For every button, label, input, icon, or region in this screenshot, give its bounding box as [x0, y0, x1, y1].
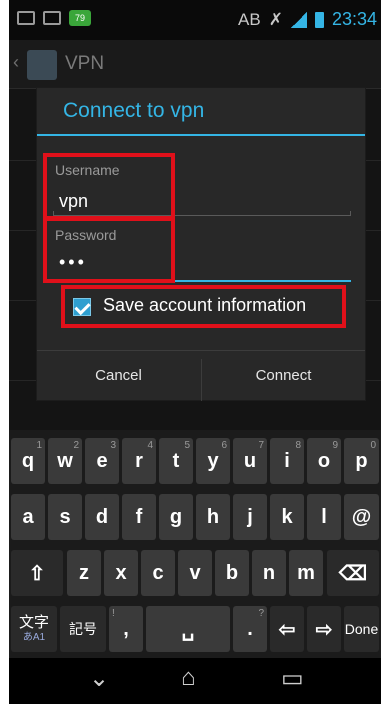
comma-key[interactable]: ,! [109, 606, 143, 652]
username-highlight [43, 153, 175, 221]
space-key[interactable]: ␣ [146, 606, 230, 652]
phone-screen: 79 AB ✗ 23:34 ‹ VPN Connect to vpn Usern… [9, 0, 381, 704]
key-k[interactable]: k [270, 494, 304, 540]
symbols-key[interactable]: 記号 [60, 606, 106, 652]
password-highlight [43, 216, 175, 283]
key-b[interactable]: b [215, 550, 249, 596]
mute-icon: ✗ [268, 9, 283, 29]
key-e[interactable]: e3 [85, 438, 119, 484]
connect-dialog: Connect to vpn Username vpn Password •••… [37, 88, 365, 401]
status-bar: 79 AB ✗ 23:34 [9, 0, 381, 40]
settings-app-icon [27, 50, 57, 80]
save-account-highlight [61, 285, 346, 328]
key-n[interactable]: n [252, 550, 286, 596]
period-key[interactable]: .? [233, 606, 267, 652]
key-j[interactable]: j [233, 494, 267, 540]
key-x[interactable]: x [104, 550, 138, 596]
cursor-left-key[interactable]: ⇦ [270, 606, 304, 652]
key-o[interactable]: o9 [307, 438, 341, 484]
key-w[interactable]: w2 [48, 438, 82, 484]
key-z[interactable]: z [67, 550, 101, 596]
key-c[interactable]: c [141, 550, 175, 596]
image-notification-icon [43, 11, 61, 25]
key-h[interactable]: h [196, 494, 230, 540]
key-m[interactable]: m [289, 550, 323, 596]
key-p[interactable]: p0 [344, 438, 379, 484]
key-u[interactable]: u7 [233, 438, 267, 484]
backspace-key[interactable]: ⌫ [327, 550, 379, 596]
key-f[interactable]: f [122, 494, 156, 540]
signal-icon [290, 11, 307, 28]
key-a[interactable]: a [11, 494, 45, 540]
key-v[interactable]: v [178, 550, 212, 596]
language-key[interactable]: 文字 あA1 [11, 606, 57, 652]
key-s[interactable]: s [48, 494, 82, 540]
connect-button[interactable]: Connect [202, 351, 365, 401]
home-icon[interactable]: ⌂ [181, 664, 196, 692]
key-t[interactable]: t5 [159, 438, 193, 484]
key-at[interactable]: @ [344, 494, 379, 540]
shift-key[interactable]: ⇧ [11, 550, 63, 596]
key-d[interactable]: d [85, 494, 119, 540]
notification-badge: 79 [69, 10, 91, 26]
key-y[interactable]: y6 [196, 438, 230, 484]
background-title: VPN [65, 53, 105, 74]
keyboard-notification-icon [17, 11, 35, 25]
key-g[interactable]: g [159, 494, 193, 540]
back-chevron-icon: ‹ [13, 52, 19, 72]
dialog-title-divider [37, 134, 365, 136]
battery-icon [314, 11, 324, 28]
navigation-bar: ⌄ ⌂ ▭ [9, 658, 381, 704]
background-action-bar: ‹ VPN [9, 40, 381, 89]
dialog-title: Connect to vpn [63, 99, 205, 122]
back-icon[interactable]: ⌄ [89, 664, 109, 693]
key-r[interactable]: r4 [122, 438, 156, 484]
cancel-button[interactable]: Cancel [37, 351, 200, 401]
cursor-right-key[interactable]: ⇨ [307, 606, 341, 652]
recents-icon[interactable]: ▭ [281, 664, 304, 693]
key-l[interactable]: l [307, 494, 341, 540]
key-q[interactable]: q1 [11, 438, 45, 484]
carrier-text: AB [238, 9, 261, 29]
done-key[interactable]: Done [344, 606, 379, 652]
dialog-button-row: Cancel Connect [37, 350, 365, 401]
clock: 23:34 [331, 9, 377, 29]
soft-keyboard: q1 w2 e3 r4 t5 y6 u7 i8 o9 p0 a s d f g … [9, 430, 381, 658]
key-i[interactable]: i8 [270, 438, 304, 484]
